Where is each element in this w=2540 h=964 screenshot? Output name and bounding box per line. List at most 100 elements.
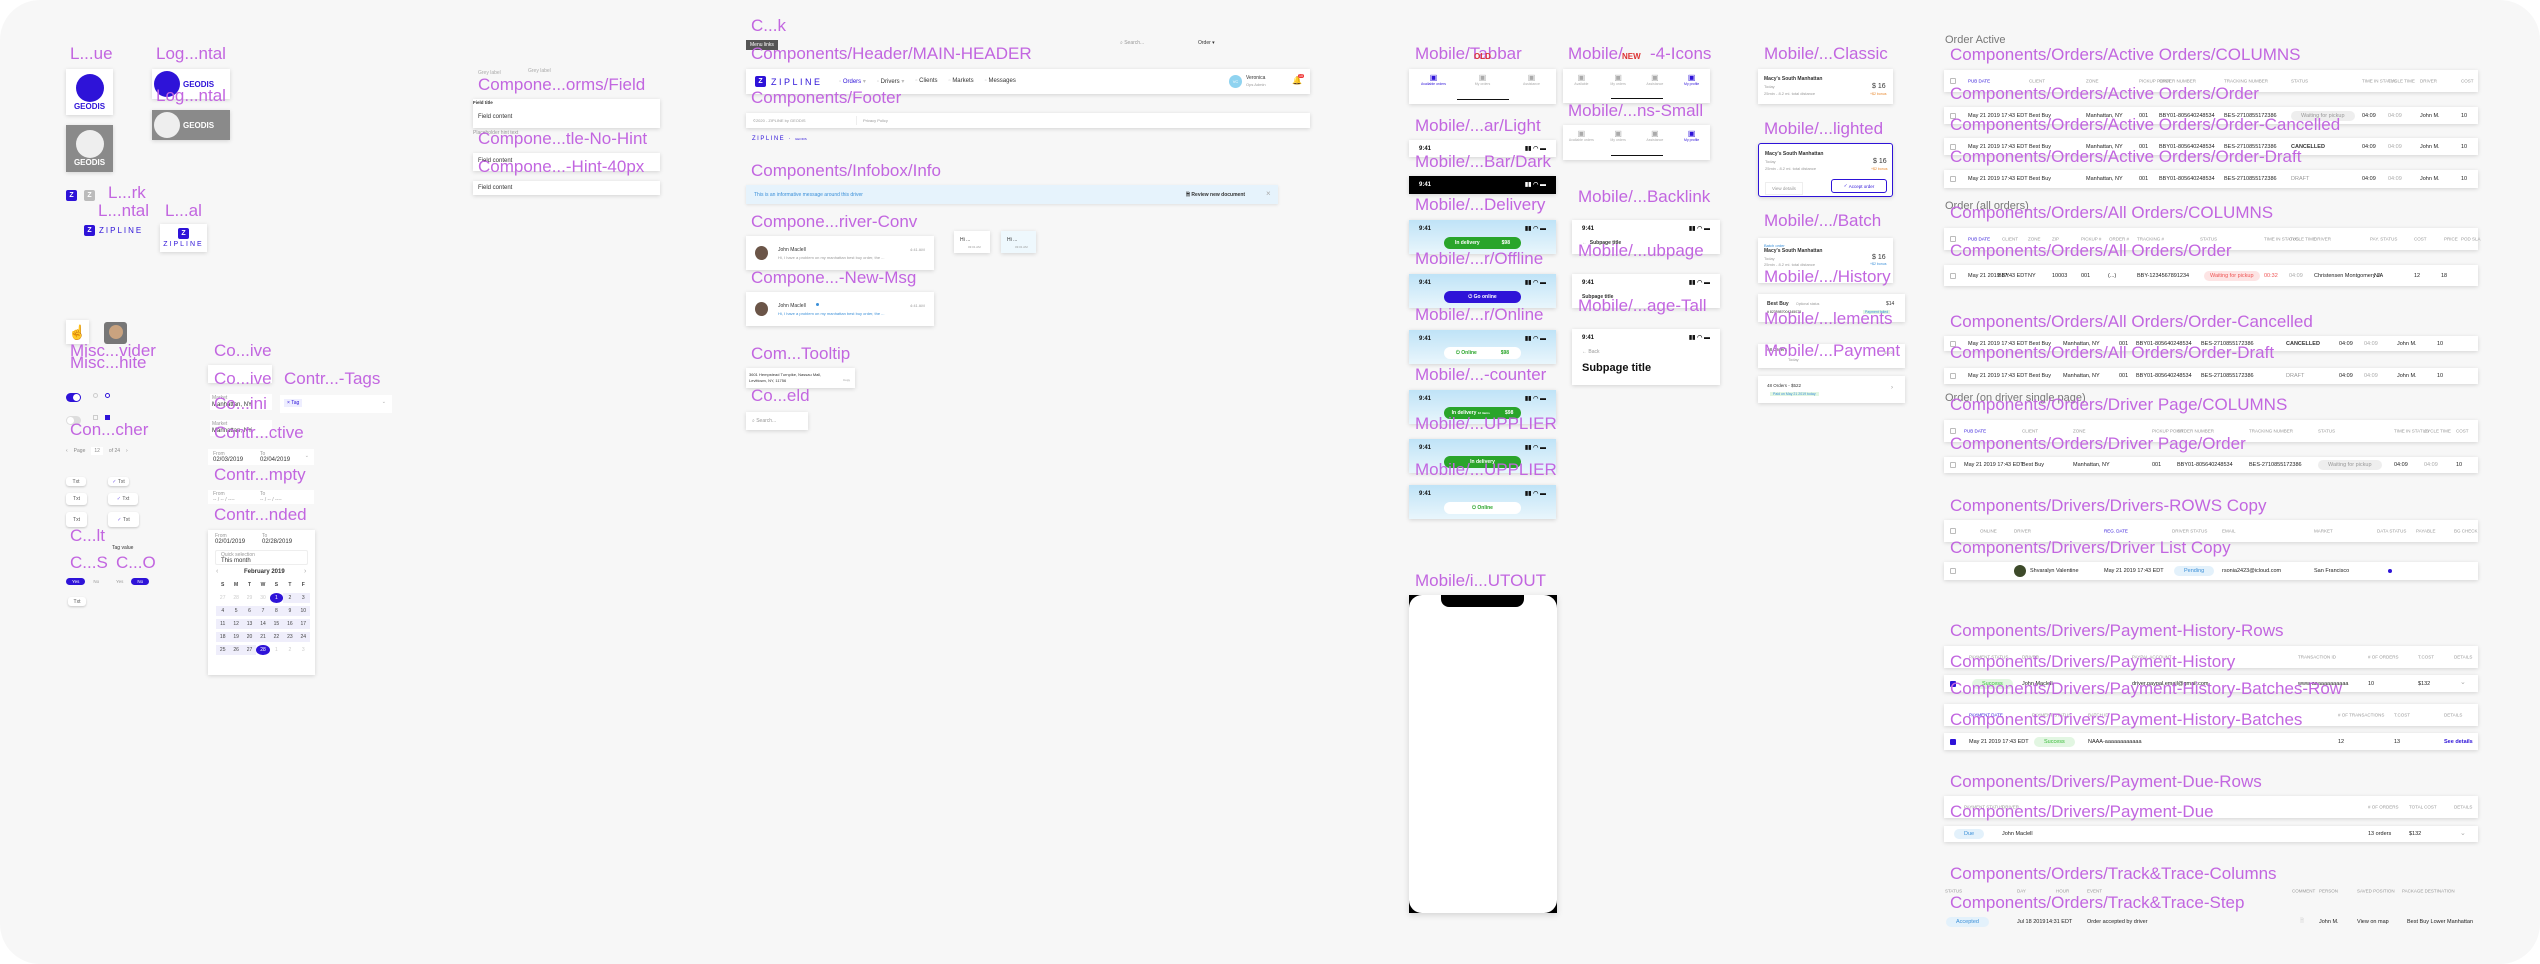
column-header[interactable]: REG. DATE — [2104, 529, 2128, 534]
calendar-day[interactable]: 26 — [229, 645, 243, 655]
date-range-empty[interactable]: From -- / -- / ---- To -- / -- / ---- — [208, 490, 314, 504]
calendar-day[interactable]: 5 — [229, 606, 243, 616]
column-header[interactable]: POD — [2461, 237, 2471, 242]
chip[interactable]: ✓ Txt — [108, 512, 139, 527]
column-header[interactable]: PUB DATE — [1968, 79, 1990, 84]
column-header[interactable]: BG CHECK — [2454, 529, 2478, 534]
column-header[interactable]: ORDER NUMBER — [2177, 429, 2214, 434]
tab-item[interactable]: ▣ Assistance — [1637, 129, 1674, 142]
calendar-day[interactable]: 18 — [216, 632, 230, 642]
calendar-day[interactable]: 1 — [269, 593, 284, 603]
calendar-day[interactable]: 10 — [296, 606, 310, 616]
mobile-order-card[interactable]: Macy's South Manhattan Today 25min - 8.2 m… — [1758, 143, 1893, 197]
driver-conversation-new-message[interactable]: John Maclell 4:41 AM Hi, I have a proble… — [746, 292, 934, 326]
calendar-day[interactable]: 3 — [296, 593, 310, 603]
column-header[interactable]: PUB DATE — [1964, 429, 1986, 434]
column-header[interactable]: PERSON — [2319, 888, 2338, 893]
online-pill[interactable]: ⏻ Online — [1444, 502, 1521, 514]
tab-item[interactable]: ▣ My orders — [1458, 73, 1507, 86]
go-online-button[interactable]: ⏻ Go online — [1444, 291, 1521, 303]
nav-markets[interactable]: ▫ Markets — [949, 78, 974, 85]
tab-item[interactable]: ▣ Available — [1563, 73, 1600, 86]
column-header[interactable]: PACKAGE DESTINATION — [2402, 888, 2455, 893]
online-pill[interactable]: ⏻ Online $98 — [1444, 347, 1521, 359]
yes-option[interactable]: Yes — [66, 578, 86, 585]
calendar-day[interactable]: 28 — [229, 593, 242, 603]
calendar-day[interactable]: 25 — [216, 645, 230, 655]
column-header[interactable]: STATUS — [2318, 429, 2335, 434]
copy-button[interactable]: Copy — [843, 378, 850, 382]
column-header[interactable]: STATUS — [2291, 79, 2308, 84]
accept-order-button[interactable]: ✓ Accept order — [1831, 179, 1887, 193]
calendar-day[interactable]: 2 — [283, 645, 296, 655]
calendar-day[interactable]: 17 — [296, 619, 310, 629]
chevron-right-icon[interactable]: › — [304, 568, 306, 575]
column-header[interactable]: DRIVER STATUS — [2172, 529, 2207, 534]
radio-on[interactable] — [105, 393, 110, 398]
chevron-right-icon[interactable]: › — [126, 448, 128, 454]
chip[interactable]: Txt — [68, 597, 86, 606]
quick-selection-dropdown[interactable]: Quick selection This month — [215, 550, 308, 565]
driver-conversation[interactable]: John Maclell 4:41 AM Hi, I have a proble… — [746, 236, 934, 270]
column-header[interactable]: DRIVER — [2420, 79, 2437, 84]
column-header[interactable]: SLA — [2472, 237, 2481, 242]
page-input[interactable]: 12 — [91, 446, 103, 455]
calendar-day[interactable]: 3 — [297, 645, 310, 655]
yes-option[interactable]: Yes — [112, 578, 127, 585]
column-header[interactable]: CYCLE TIME — [2388, 79, 2415, 84]
yes-no-switch[interactable]: Yes No — [66, 578, 103, 585]
calendar-day[interactable]: 23 — [283, 632, 297, 642]
column-header[interactable]: # OF TRANSACTIONS — [2338, 713, 2384, 718]
calendar-day[interactable]: 21 — [256, 632, 270, 642]
calendar-day[interactable]: 13 — [242, 619, 257, 629]
table-row[interactable]: May 21 2019 17:43 EDT Success NAAA-aaaaaaa… — [1944, 733, 2478, 750]
row-checkbox[interactable] — [1950, 462, 1956, 468]
calendar-day[interactable]: 2 — [283, 593, 297, 603]
tab-item[interactable]: ▣ Assistance — [1507, 73, 1556, 86]
chip[interactable]: Txt — [66, 477, 86, 486]
column-header[interactable]: TRANSACTION ID — [2298, 655, 2336, 660]
column-header[interactable]: COST — [2461, 79, 2474, 84]
column-header[interactable]: PAYABLE — [2416, 529, 2436, 534]
comment-icon[interactable]: 🗎 — [2300, 918, 2304, 926]
table-row[interactable]: May 21 2019 17:43 EDT BBY NY 10003 001 (...) B… — [1944, 265, 2478, 286]
column-header[interactable]: ZONE — [2086, 79, 2099, 84]
calendar-day[interactable]: 4 — [216, 606, 230, 616]
radio-off[interactable] — [93, 393, 98, 398]
zipline-logo[interactable]: Z ZIPLINE — [755, 76, 823, 87]
calendar-day[interactable]: 12 — [229, 619, 243, 629]
nav-clients[interactable]: ▫ Clients — [915, 78, 937, 85]
in-delivery-pill[interactable]: In delivery $98 — [1444, 237, 1521, 249]
column-header[interactable]: PAY. STATUS — [2370, 237, 2397, 242]
column-header[interactable]: CLIENT — [2022, 429, 2038, 434]
row-checkbox[interactable] — [1950, 568, 1956, 574]
nav-orders[interactable]: ▫ Orders ▾ — [839, 78, 866, 85]
column-header[interactable]: MARKET — [2314, 529, 2333, 534]
calendar-day[interactable]: 30 — [256, 593, 269, 603]
row-checkbox[interactable] — [1950, 176, 1956, 182]
column-header[interactable]: TRACKING NUMBER — [2224, 79, 2268, 84]
column-header[interactable]: COMMENT — [2292, 888, 2315, 893]
calendar-day[interactable]: 6 — [242, 606, 257, 616]
calendar-day[interactable]: 16 — [283, 619, 297, 629]
chip[interactable]: ✓ Txt — [108, 493, 138, 505]
column-header[interactable]: ONLINE — [1980, 529, 1997, 534]
form-field[interactable]: Field title Field content — [473, 99, 660, 128]
calendar-day[interactable]: 9 — [283, 606, 297, 616]
chevron-left-icon[interactable]: ‹ — [216, 568, 218, 575]
row-checkbox[interactable] — [1950, 528, 1956, 534]
no-option[interactable]: No — [89, 578, 103, 585]
chip[interactable]: Txt — [66, 493, 87, 505]
column-header[interactable]: T.COST — [2418, 655, 2434, 660]
privacy-link[interactable]: Privacy Policy — [863, 118, 888, 123]
date-range-active[interactable]: From 02/03/2019 To 02/04/2019 ⌄ — [208, 449, 314, 465]
column-header[interactable]: SAVED POSITION — [2357, 888, 2395, 893]
column-header[interactable]: TRACKING NUMBER — [2249, 429, 2293, 434]
yes-no-switch[interactable]: Yes No — [112, 578, 150, 585]
column-header[interactable]: ZONE — [2073, 429, 2086, 434]
table-row[interactable]: May 21 2019 17:43 EDT Best Buy Manhattan, … — [1944, 368, 2478, 384]
row-checkbox[interactable] — [1950, 373, 1956, 379]
chip[interactable]: Txt — [66, 512, 87, 527]
tab-item[interactable]: ▣ My orders — [1600, 129, 1637, 142]
calendar-day[interactable]: 27 — [216, 593, 229, 603]
